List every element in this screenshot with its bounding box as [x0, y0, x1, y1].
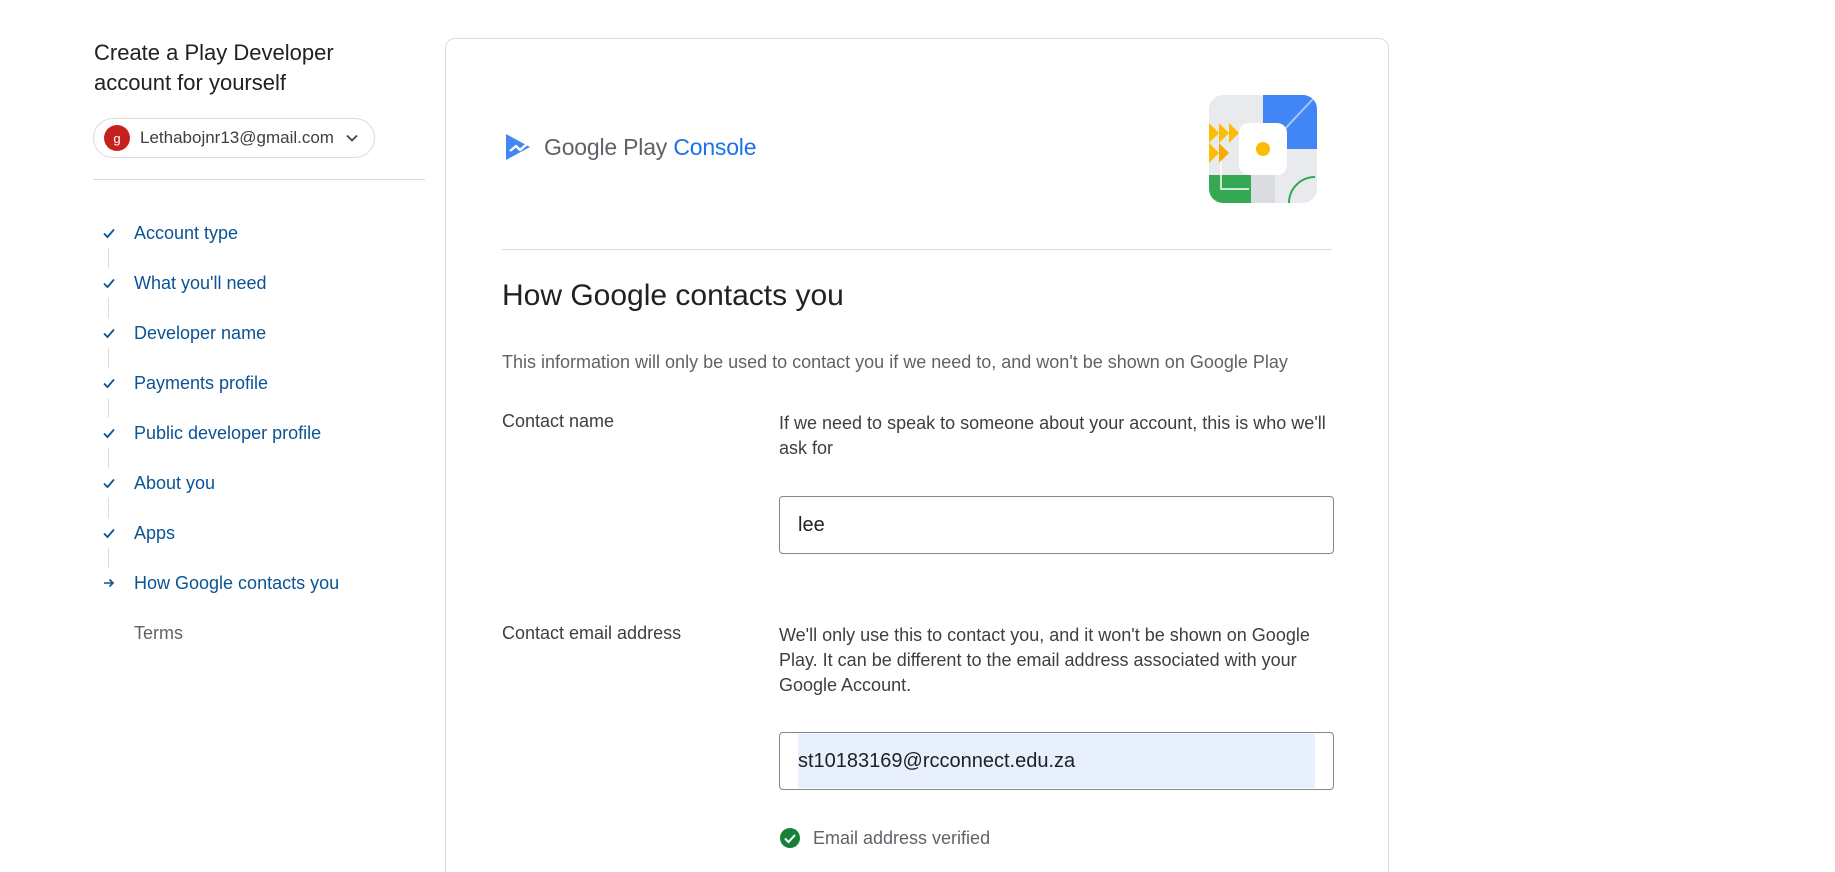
step-label[interactable]: Public developer profile: [134, 422, 321, 444]
verified-text: Email address verified: [813, 827, 991, 848]
step-connector: [108, 398, 109, 418]
step-connector: [108, 448, 109, 468]
contact-name-field[interactable]: [779, 496, 1334, 554]
main-card: Google Play Console How Google contacts …: [445, 38, 1389, 872]
arrow-right-icon: [100, 574, 118, 592]
step-how-google-contacts-you[interactable]: How Google contacts you: [100, 572, 339, 622]
check-icon: [100, 224, 118, 242]
contact-email-input[interactable]: [798, 749, 1315, 773]
step-connector: [108, 298, 109, 318]
check-icon: [100, 474, 118, 492]
step-connector: [108, 348, 109, 368]
step-about-you[interactable]: About you: [100, 472, 339, 522]
step-label[interactable]: Apps: [134, 522, 175, 544]
email-verified-status: Email address verified: [779, 827, 990, 849]
contact-email-field[interactable]: [779, 732, 1334, 790]
step-label[interactable]: Account type: [134, 222, 238, 244]
check-icon: [100, 374, 118, 392]
step-what-youll-need[interactable]: What you'll need: [100, 272, 339, 322]
avatar: g: [104, 125, 130, 151]
step-apps[interactable]: Apps: [100, 522, 339, 572]
step-connector: [108, 248, 109, 268]
step-label[interactable]: Payments profile: [134, 372, 268, 394]
step-developer-name[interactable]: Developer name: [100, 322, 339, 372]
contact-email-label: Contact email address: [502, 623, 682, 643]
step-label[interactable]: How Google contacts you: [134, 572, 339, 594]
contact-name-input[interactable]: [798, 513, 1315, 537]
section-title: How Google contacts you: [502, 279, 844, 312]
page-title: Create a Play Developer account for your…: [94, 40, 334, 95]
check-icon: [100, 324, 118, 342]
account-switcher[interactable]: g Lethabojnr13@gmail.com: [93, 118, 375, 158]
header-illustration: [1209, 95, 1317, 203]
contact-name-label: Contact name: [502, 411, 615, 431]
step-account-type[interactable]: Account type: [100, 222, 339, 272]
step-connector: [108, 548, 109, 568]
sidebar-divider: [93, 179, 425, 180]
check-circle-icon: [780, 828, 800, 848]
section-description: This information will only be used to co…: [502, 352, 1288, 372]
step-connector: [108, 498, 109, 518]
step-label: Terms: [134, 623, 183, 643]
check-icon: [100, 424, 118, 442]
brand-console: Console: [673, 133, 757, 160]
step-payments-profile[interactable]: Payments profile: [100, 372, 339, 422]
play-console-logo-icon: [506, 134, 530, 160]
brand-google-play: Google Play: [544, 133, 668, 160]
brand-logo: Google Play Console: [502, 131, 757, 163]
check-icon: [100, 524, 118, 542]
step-public-developer-profile[interactable]: Public developer profile: [100, 422, 339, 472]
check-icon: [100, 274, 118, 292]
stepper: Account type What you'll need Developer …: [100, 222, 339, 672]
step-terms: Terms: [100, 622, 339, 672]
step-label[interactable]: What you'll need: [134, 272, 267, 294]
account-email: Lethabojnr13@gmail.com: [140, 128, 334, 147]
step-label[interactable]: Developer name: [134, 322, 266, 344]
contact-name-help: If we need to speak to someone about you…: [779, 413, 1326, 458]
contact-email-help: We'll only use this to contact you, and …: [779, 625, 1310, 695]
chevron-down-icon: [344, 130, 360, 146]
card-divider: [502, 249, 1332, 250]
step-label[interactable]: About you: [134, 472, 215, 494]
